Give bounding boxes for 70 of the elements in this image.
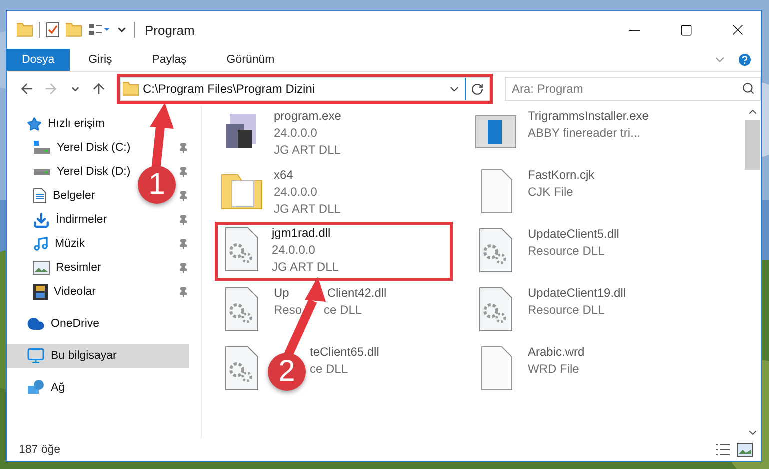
help-icon[interactable] [737, 52, 753, 68]
file-detail: WRD File [528, 361, 580, 378]
drive-icon [33, 168, 51, 176]
download-icon [33, 212, 50, 228]
item-count: 187 öğe [19, 444, 61, 456]
properties-icon[interactable] [46, 22, 60, 38]
file-detail: ABBY finereader tri... [528, 125, 640, 142]
view-options-icon[interactable] [88, 23, 110, 37]
file-name: FastKorn.cjk [528, 167, 595, 184]
file-detail: 24.0.0.0 [274, 125, 318, 142]
sidebar-item[interactable]: Hızlı erişim [7, 112, 113, 136]
file-name: Arabic.wrd [528, 344, 585, 361]
up-icon [91, 81, 107, 97]
file-detail: Reso [274, 302, 302, 319]
file-detail: Resource DLL [528, 302, 605, 319]
file-detail: Resource DLL [528, 243, 605, 260]
maximize-icon [680, 24, 692, 36]
file-detail: 24.0.0.0 [274, 184, 318, 201]
sidebar-item[interactable]: İndirmeler [7, 208, 116, 232]
file-name: x64 [274, 167, 294, 184]
ribbon-tab[interactable]: Dosya [7, 49, 70, 71]
sidebar-item[interactable]: Yerel Disk (D:) [7, 160, 139, 184]
film-icon [33, 284, 48, 300]
music-icon [33, 236, 49, 252]
details-view-icon[interactable] [715, 443, 731, 457]
file-detail: 24.0.0.0 [272, 242, 316, 259]
cloud-icon [27, 315, 45, 333]
file-detail: CJK File [528, 184, 574, 201]
search-field[interactable]: Ara: Program [505, 77, 761, 101]
ribbon-tab[interactable]: Paylaş [139, 49, 200, 71]
file-detail: JG ART DLL [272, 259, 339, 276]
sidebar-item[interactable]: OneDrive [7, 312, 108, 336]
sidebar-item[interactable]: Resimler [7, 256, 110, 280]
folder-icon [17, 23, 33, 37]
sidebar-item[interactable]: Bu bilgisayar [7, 344, 189, 368]
image-icon [33, 261, 50, 275]
file-detail: JG ART DLL [274, 201, 341, 218]
sidebar-item[interactable]: Ağ [7, 376, 74, 400]
file-name: TrigrammsInstaller.exe [528, 108, 649, 125]
forward-icon [43, 81, 59, 97]
address-field[interactable]: C:\Program Files\Program Dizini [120, 77, 490, 101]
network-icon [27, 380, 45, 396]
sidebar-item[interactable]: Belgeler [7, 184, 104, 208]
computer-icon [27, 347, 45, 365]
refresh-icon [471, 82, 484, 96]
scrollbar-thumb[interactable] [745, 120, 760, 170]
file-detail: ce DLL [310, 361, 348, 378]
file-detail: JG ART DLL [274, 142, 341, 159]
search-icon [742, 82, 755, 95]
sidebar-item[interactable]: Müzik [7, 232, 94, 256]
file-name: teClient65.dll [310, 344, 380, 361]
large-icons-view-icon[interactable] [737, 443, 753, 457]
file-name: Up [274, 285, 290, 302]
sidebar-item[interactable]: Videolar [7, 280, 104, 304]
window-title: Program [145, 22, 195, 38]
document-icon [33, 188, 47, 204]
star-icon [27, 116, 42, 132]
file-name: UpdateClient5.dll [528, 226, 620, 243]
sidebar-item[interactable]: Yerel Disk (C:) [7, 136, 139, 160]
ribbon-tab[interactable]: Görünüm [214, 49, 288, 71]
file-detail: ce DLL [324, 302, 362, 319]
file-name: Client42.dll [327, 285, 387, 302]
file-name: program.exe [274, 108, 342, 125]
back-icon [19, 81, 35, 97]
folder-icon [123, 82, 139, 96]
new-folder-icon [66, 23, 82, 37]
file-name: UpdateClient19.dll [528, 285, 626, 302]
drive-icon [33, 141, 51, 155]
file-name: jgm1rad.dll [272, 225, 331, 242]
ribbon-tab[interactable]: Giriş [76, 49, 126, 71]
